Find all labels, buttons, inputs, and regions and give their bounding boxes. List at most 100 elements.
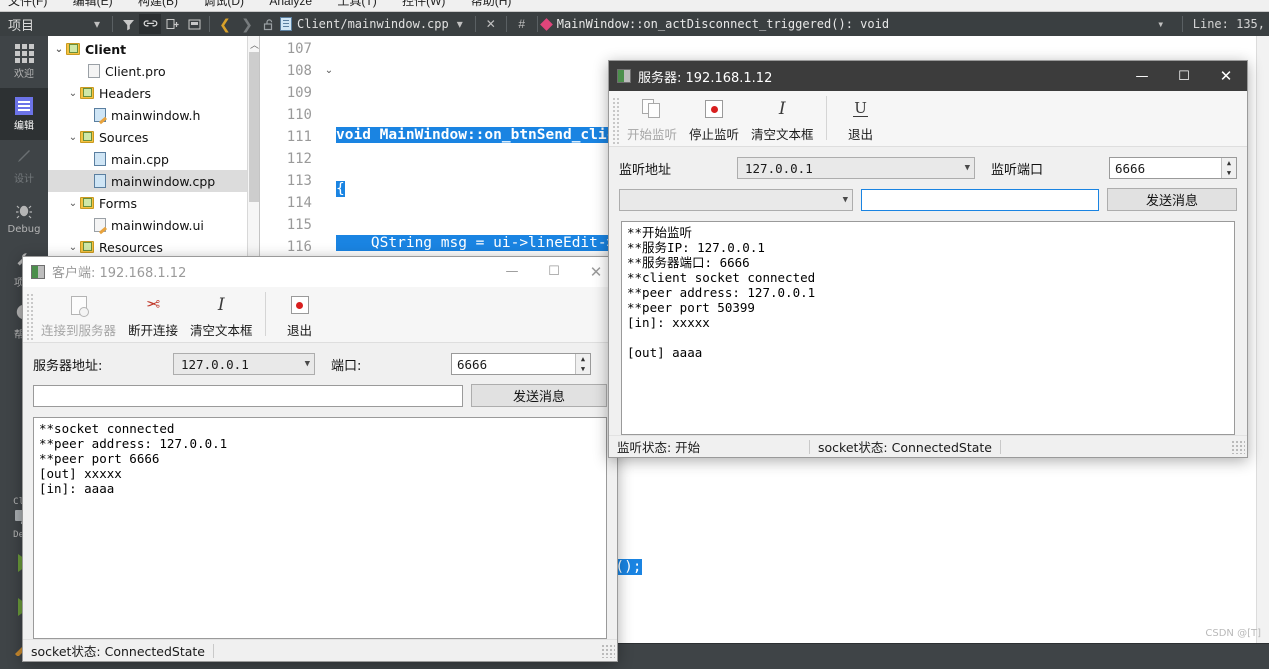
toolbar-grip[interactable]: [611, 96, 619, 144]
send-message-button[interactable]: 发送消息: [1107, 188, 1237, 211]
navigate-forward-icon[interactable]: ❯: [236, 14, 258, 34]
filter-icon[interactable]: [117, 14, 139, 34]
server-address-value: 127.0.0.1: [181, 356, 249, 372]
start-listen-button[interactable]: 开始监听: [621, 94, 683, 143]
ide-menu-items[interactable]: 文件(F) 编辑(E) 构建(B) 调试(D) Analyze 工具(T) 控件…: [8, 0, 533, 9]
fold-marker[interactable]: [322, 38, 336, 60]
menu-item-edit[interactable]: 编辑(E): [73, 0, 113, 8]
client-selector-combo[interactable]: ▼: [619, 188, 853, 211]
scrollbar-thumb[interactable]: [249, 52, 259, 202]
menu-item-help[interactable]: 帮助(H): [471, 0, 512, 8]
open-file-path[interactable]: Client/mainwindow.cpp: [280, 17, 449, 31]
ide-menubar[interactable]: 文件(F) 编辑(E) 构建(B) 调试(D) Analyze 工具(T) 控件…: [0, 0, 1269, 12]
menu-item-file[interactable]: 文件(F): [8, 0, 47, 8]
chevron-down-icon[interactable]: ▼: [843, 195, 848, 205]
spin-arrows[interactable]: ▲ ▼: [1221, 158, 1236, 178]
resize-grip[interactable]: [1231, 439, 1245, 454]
listen-port-spinbox[interactable]: 6666 ▲ ▼: [1109, 157, 1237, 179]
sidebar-item-debug[interactable]: Debug: [0, 192, 48, 244]
client-window[interactable]: 客户端: 192.168.1.12 — ☐ ✕ 连接到服务器 ✂ 断开连接 I …: [22, 256, 618, 662]
menu-item-widgets[interactable]: 控件(W): [402, 0, 445, 8]
toolbar-grip[interactable]: [25, 292, 33, 340]
symbol-selector[interactable]: MainWindow::on_actDisconnect_triggered()…: [539, 17, 889, 31]
editor-scrollbar[interactable]: [1256, 36, 1269, 643]
message-input[interactable]: [33, 384, 463, 407]
line-number: 111: [286, 129, 312, 145]
server-window[interactable]: 服务器: 192.168.1.12 — ☐ ✕ 开始监听 停止监听 I 清空文本…: [608, 60, 1248, 458]
server-address-combo[interactable]: 127.0.0.1 ▼: [173, 353, 315, 375]
split-editor-icon[interactable]: [161, 14, 183, 34]
spin-up-icon[interactable]: ▲: [1222, 158, 1236, 168]
sidebar-item-edit[interactable]: 编辑: [0, 88, 48, 140]
unlocked-icon[interactable]: [258, 14, 280, 34]
tree-item-forms[interactable]: ⌄ Forms: [48, 192, 259, 214]
close-button[interactable]: ✕: [1205, 61, 1247, 91]
exit-button[interactable]: U 退出: [833, 94, 889, 143]
minimize-button[interactable]: —: [1121, 61, 1163, 91]
client-log-textarea[interactable]: **socket connected **peer address: 127.0…: [33, 417, 607, 639]
tree-item-label: mainwindow.h: [111, 107, 201, 123]
client-titlebar[interactable]: 客户端: 192.168.1.12 — ☐ ✕: [23, 257, 617, 287]
send-message-button[interactable]: 发送消息: [471, 384, 607, 407]
listen-address-combo[interactable]: 127.0.0.1 ▼: [737, 157, 975, 179]
tree-item-client-pro[interactable]: Client.pro: [48, 60, 259, 82]
menu-item-tools[interactable]: 工具(T): [337, 0, 376, 8]
connect-to-server-button[interactable]: 连接到服务器: [35, 290, 122, 339]
close-file-icon[interactable]: ✕: [480, 14, 502, 34]
maximize-button[interactable]: ☐: [1163, 61, 1205, 91]
header-file-icon: [94, 108, 106, 122]
menu-item-analyze[interactable]: Analyze: [269, 0, 312, 8]
menu-item-debug[interactable]: 调试(D): [203, 0, 244, 8]
tree-item-main-cpp[interactable]: main.cpp: [48, 148, 259, 170]
sidebar-item-design[interactable]: 设计: [0, 140, 48, 192]
line-indicator[interactable]: Line: 135,: [1193, 17, 1265, 31]
server-log-textarea[interactable]: **开始监听 **服务IP: 127.0.0.1 **服务器端口: 6666 *…: [621, 221, 1235, 435]
stop-listen-button[interactable]: 停止监听: [683, 94, 745, 143]
line-number: 115: [286, 217, 312, 233]
maximize-button[interactable]: ☐: [533, 257, 575, 287]
menu-item-build[interactable]: 构建(B): [138, 0, 178, 8]
fold-marker[interactable]: ⌄: [322, 60, 336, 82]
navigate-back-icon[interactable]: ❮: [214, 14, 236, 34]
client-window-buttons: — ☐ ✕: [491, 257, 617, 287]
file-dropdown-caret[interactable]: ▾: [449, 14, 471, 34]
chevron-down-icon[interactable]: ⌄: [66, 88, 80, 99]
chevron-down-icon[interactable]: ⌄: [66, 132, 80, 143]
disconnect-button[interactable]: ✂ 断开连接: [122, 290, 184, 339]
spin-up-icon[interactable]: ▲: [576, 354, 590, 364]
collapse-panel-icon[interactable]: [183, 14, 205, 34]
record-stop-icon: [705, 96, 724, 122]
server-titlebar[interactable]: 服务器: 192.168.1.12 — ☐ ✕: [609, 61, 1247, 91]
button-label: 停止监听: [689, 127, 740, 142]
project-selector[interactable]: 项目: [0, 15, 86, 34]
chevron-down-icon[interactable]: ▼: [305, 359, 310, 369]
spin-arrows[interactable]: ▲ ▼: [575, 354, 590, 374]
link-icon[interactable]: [139, 14, 161, 34]
scroll-up-icon[interactable]: ︿: [250, 38, 259, 51]
chevron-down-icon[interactable]: ⌄: [66, 198, 80, 209]
tree-item-headers[interactable]: ⌄ Headers: [48, 82, 259, 104]
tree-item-client[interactable]: ⌄ Client: [48, 38, 259, 60]
spin-down-icon[interactable]: ▼: [576, 364, 590, 374]
tree-item-sources[interactable]: ⌄ Sources: [48, 126, 259, 148]
tree-item-mainwindow-ui[interactable]: mainwindow.ui: [48, 214, 259, 236]
chevron-down-icon[interactable]: ⌄: [66, 242, 80, 253]
tree-item-mainwindow-cpp[interactable]: mainwindow.cpp: [48, 170, 259, 192]
minimize-button[interactable]: —: [491, 257, 533, 287]
chevron-down-icon[interactable]: ▼: [965, 163, 970, 173]
tree-item-resources[interactable]: ⌄ Resources: [48, 236, 259, 258]
chevron-down-icon[interactable]: ⌄: [52, 44, 66, 55]
sidebar-item-welcome[interactable]: 欢迎: [0, 36, 48, 88]
tree-item-mainwindow-h[interactable]: mainwindow.h: [48, 104, 259, 126]
port-spinbox[interactable]: 6666 ▲ ▼: [451, 353, 591, 375]
clear-textbox-button[interactable]: I 清空文本框: [745, 94, 820, 143]
message-input[interactable]: [861, 188, 1099, 211]
resize-grip[interactable]: [601, 643, 615, 658]
server-address-label: 服务器地址:: [33, 358, 103, 374]
clear-textbox-button[interactable]: I 清空文本框: [184, 290, 259, 339]
spin-down-icon[interactable]: ▼: [1222, 168, 1236, 178]
project-selector-caret[interactable]: ▾: [86, 14, 108, 34]
exit-button[interactable]: 退出: [272, 290, 328, 339]
symbol-dropdown-caret[interactable]: ▾: [1150, 14, 1172, 34]
hash-mark-icon[interactable]: #: [511, 14, 533, 34]
